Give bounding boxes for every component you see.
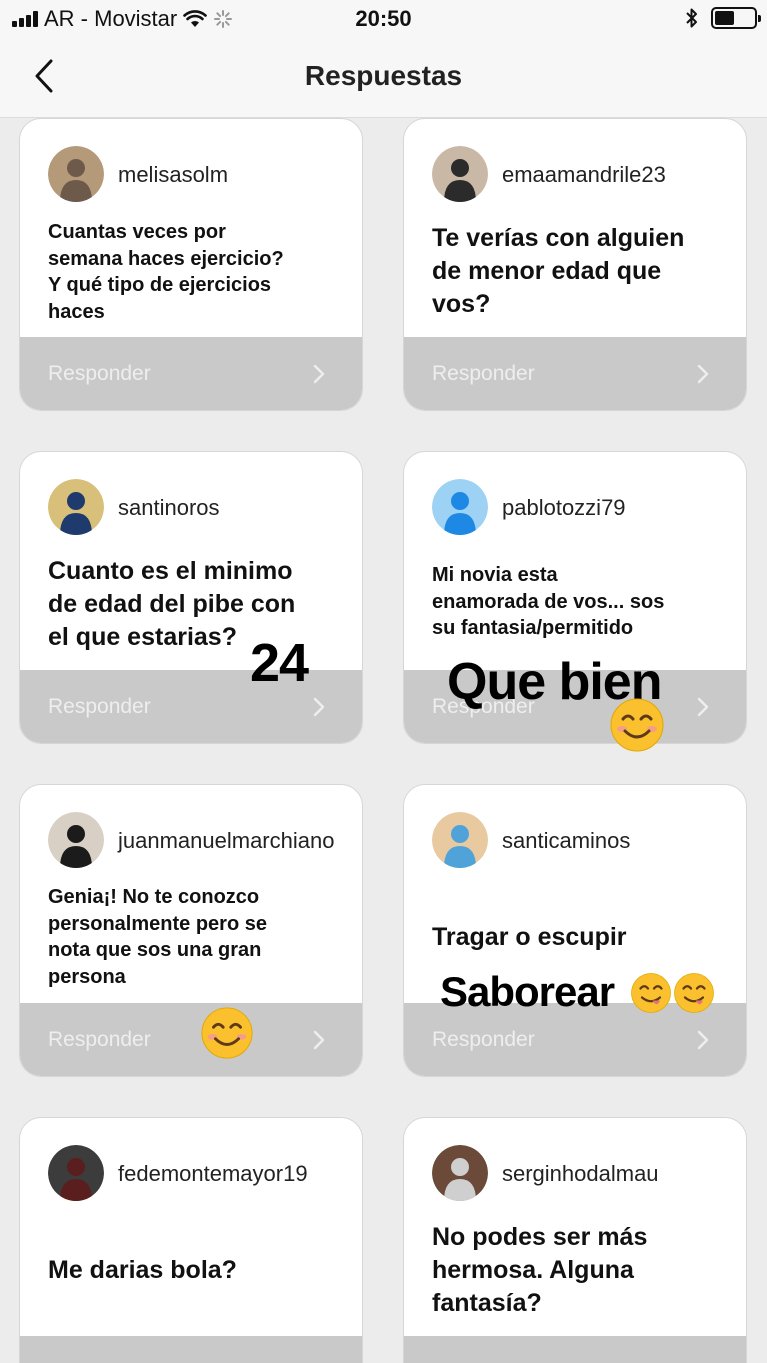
yum-face-emoji (631, 973, 671, 1013)
reply-card[interactable]: melisasolm Cuantas veces por semana haces… (19, 118, 363, 411)
status-bar: AR - Movistar 20:50 (0, 0, 767, 40)
avatar[interactable] (48, 146, 104, 202)
smiling-face-emoji (610, 698, 664, 752)
respond-button[interactable]: Responder (404, 337, 746, 410)
overlay-text-saborear: Saborear (440, 968, 615, 1015)
respond-button[interactable]: Responder (20, 1336, 362, 1363)
smiling-face-emoji (201, 1007, 253, 1059)
username[interactable]: fedemontemayor19 (118, 1161, 308, 1187)
bluetooth-icon (686, 8, 697, 28)
question-text: Me darias bola? (48, 1256, 237, 1284)
username[interactable]: melisasolm (118, 162, 228, 188)
status-right (685, 7, 761, 29)
chevron-right-icon (688, 1358, 718, 1363)
question-text: Tragar o escupir (432, 923, 627, 951)
username[interactable]: serginhodalmau (502, 1161, 659, 1187)
navigation-bar: Respuestas (0, 40, 767, 118)
avatar[interactable] (48, 479, 104, 535)
question-text: No podes ser más hermosa. Alguna fantasí… (432, 1223, 648, 1317)
chevron-right-icon (697, 364, 709, 383)
username[interactable]: juanmanuelmarchiano (118, 828, 334, 854)
page-title: Respuestas (304, 60, 463, 91)
reply-card[interactable]: santinoros Cuanto es el minimo de edad de… (19, 451, 363, 744)
respond-label: Responder (432, 1027, 535, 1051)
chevron-right-icon (313, 697, 325, 716)
reply-card[interactable]: serginhodalmau No podes ser más hermosa. … (403, 1117, 747, 1363)
avatar[interactable] (432, 1145, 488, 1201)
reply-card[interactable]: emaamandrile23 Te verías con alguien de m… (403, 118, 747, 411)
respond-button[interactable]: Responder (20, 1003, 362, 1076)
question-text: Cuantas veces por semana haces ejercicio… (48, 221, 284, 323)
avatar[interactable] (432, 812, 488, 868)
overlay-text-age: 24 (250, 633, 309, 693)
reply-card[interactable]: santicaminos Tragar o escupir Responder (403, 784, 747, 1077)
avatar[interactable] (432, 146, 488, 202)
battery-level (715, 11, 734, 25)
reply-card[interactable]: fedemontemayor19 Me darias bola? Responder (19, 1117, 363, 1363)
username[interactable]: santicaminos (502, 828, 630, 854)
status-time: 20:50 (355, 6, 412, 31)
chevron-right-icon (313, 364, 325, 383)
username[interactable]: pablotozzi79 (502, 495, 626, 521)
chevron-right-icon (304, 1358, 334, 1363)
respond-label: Responder (432, 361, 535, 385)
chevron-right-icon (697, 697, 709, 716)
username[interactable]: santinoros (118, 495, 220, 521)
question-text: Te verías con alguien de menor edad que … (432, 224, 685, 318)
reply-card[interactable]: juanmanuelmarchiano Genia¡! No te conozco… (19, 784, 363, 1077)
respond-button[interactable]: Responder (20, 337, 362, 410)
question-text: Mi novia esta enamorada de vos... sos su… (432, 564, 665, 639)
avatar[interactable] (432, 479, 488, 535)
chevron-right-icon (313, 1030, 325, 1049)
question-text: Genia¡! No te conozco personalmente pero… (48, 886, 267, 988)
respond-label: Responder (48, 694, 151, 718)
username[interactable]: emaamandrile23 (502, 162, 666, 188)
respond-button[interactable]: Responder (404, 1336, 746, 1363)
battery-icon (711, 7, 761, 29)
yum-face-emoji (674, 973, 714, 1013)
avatar[interactable] (48, 812, 104, 868)
respond-label: Responder (48, 1027, 151, 1051)
respond-label: Responder (48, 361, 151, 385)
respond-button[interactable]: Responder (20, 670, 362, 743)
chevron-right-icon (697, 1030, 709, 1049)
avatar[interactable] (48, 1145, 104, 1201)
